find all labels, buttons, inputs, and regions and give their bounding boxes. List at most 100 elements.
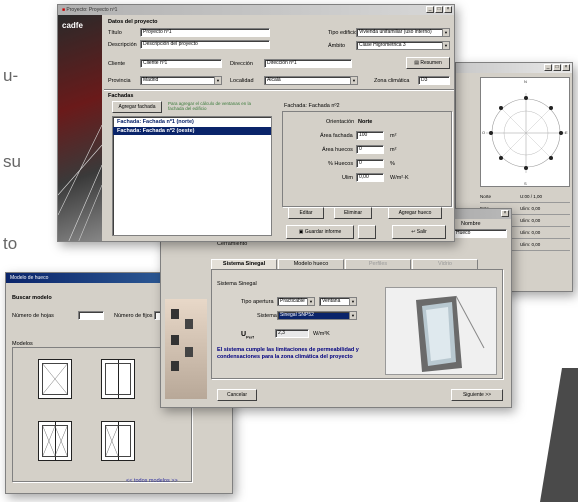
dropdown-arrow-icon: ▼ (349, 312, 356, 319)
num-fijos-label: Número de fijos (114, 313, 153, 319)
minimize-icon[interactable]: _ (426, 6, 434, 13)
save-report-button[interactable]: ▣ Guardar informe (286, 225, 354, 239)
model-option-2[interactable] (101, 359, 135, 399)
ambito-label: Ámbito (328, 43, 346, 49)
small-action-button[interactable] (358, 225, 376, 239)
prop-label: Ulim (342, 175, 353, 181)
prop-input[interactable]: 0,00 (356, 173, 384, 182)
close-icon[interactable]: × (501, 210, 509, 217)
model-option-3[interactable] (38, 421, 72, 461)
dropdown-arrow-icon: ▼ (349, 298, 356, 305)
model-option-1[interactable] (38, 359, 72, 399)
prop-input[interactable]: 0 (356, 145, 384, 154)
tipo-ventana-select[interactable]: Ventana ▼ (319, 297, 357, 306)
titulo-input[interactable]: Proyecto nº1 (140, 28, 270, 37)
edit-button[interactable]: Editar (288, 207, 324, 219)
dropdown-arrow-icon: ▼ (214, 77, 221, 84)
titulo-label: Título (108, 30, 122, 36)
prop-label: Orientación (326, 119, 355, 125)
models-pager[interactable]: << todos modelos >> (126, 478, 178, 484)
tipo-apertura-select[interactable]: Practicable ▼ (277, 297, 315, 306)
facades-section-label: Fachadas (108, 93, 134, 99)
maximize-icon[interactable]: □ (553, 64, 561, 71)
provincia-select[interactable]: Madrid ▼ (140, 76, 222, 85)
localidad-select[interactable]: Alcalá ▼ (264, 76, 358, 85)
minimize-icon[interactable]: _ (544, 64, 552, 71)
u-unit: W/m²K (313, 331, 330, 337)
bg-text-3: to (3, 234, 18, 253)
project-window: ■ Proyecto: Proyecto nº1 _ □ × cadfe Datos… (57, 4, 455, 242)
tab-sistema[interactable]: Sistema Sinegal (211, 259, 277, 269)
cliente-label: Cliente (108, 61, 126, 67)
tab-perfiles[interactable]: Perfiles (345, 259, 411, 269)
prop-label: Área fachada (320, 133, 353, 139)
sistema-select[interactable]: Sinegal SNP52 ▼ (277, 311, 357, 320)
num-hojas-label: Número de hojas (12, 313, 54, 319)
model-option-4[interactable] (101, 421, 135, 461)
next-button[interactable]: Siguiente >> (451, 389, 503, 401)
tipo-apertura-label: Tipo apertura (241, 299, 274, 305)
project-titlebar: ■ Proyecto: Proyecto nº1 _ □ × (58, 5, 454, 15)
resumen-button[interactable]: ▤ Resumen (406, 57, 450, 69)
localidad-label: Localidad (230, 78, 254, 84)
document-icon: ▤ (414, 60, 419, 66)
list-item[interactable]: Fachada: Fachada nº1 (norte) (113, 117, 271, 127)
direccion-label: Dirección (230, 61, 253, 67)
tipo-edificio-label: Tipo edificio (328, 30, 358, 36)
screenshot-collage: u- su to _ □ × N E S O Norte U:00 / 1,00… (0, 0, 578, 502)
exit-icon: ↩ (411, 229, 416, 235)
prop-input[interactable]: 100 (356, 131, 384, 140)
building-photo (165, 299, 207, 399)
window-profile-image (385, 287, 497, 375)
provincia-label: Provincia (108, 78, 131, 84)
rose-label-s: S (524, 181, 527, 186)
prop-label: % Huecos (328, 161, 354, 167)
prop-input[interactable]: 0 (356, 159, 384, 168)
zona-climatica-label: Zona climática (374, 78, 410, 84)
prop-unit: m² (390, 147, 397, 153)
u-value-field: 2,3 (275, 329, 309, 338)
facade-list[interactable]: Fachada: Fachada nº1 (norte) Fachada: Fa… (112, 116, 272, 236)
cliente-input[interactable]: Cliente nº1 (140, 59, 222, 68)
compliance-notice: El sistema cumple las limitaciones de pe… (217, 347, 359, 360)
bg-text-1: u- (3, 66, 19, 85)
rose-label-e: E (565, 130, 568, 135)
orientation-rose-chart (486, 93, 566, 173)
table-row: Norte U:00 / 1,00 (480, 191, 570, 203)
nombre-input[interactable]: Hueco (453, 229, 507, 238)
accent-bar-shape (540, 368, 578, 502)
add-hueco-button[interactable]: Agregar hueco (388, 207, 442, 219)
direccion-input[interactable]: Dirección nº1 (264, 59, 352, 68)
rose-label-n: N (524, 79, 527, 84)
prop-unit: W/m²·K (390, 175, 409, 181)
search-section-label: Buscar modelo (12, 295, 52, 301)
prop-unit: m² (390, 133, 397, 139)
exit-button[interactable]: ↩ Salir (392, 225, 446, 239)
u-label: UPerf (241, 331, 254, 340)
tab-vidrio[interactable]: Vidrio (412, 259, 478, 269)
brand-banner: cadfe (58, 15, 102, 241)
rose-label-o: O (482, 130, 486, 135)
facade-props-title: Fachada: Fachada nº2 (284, 103, 340, 109)
num-hojas-input[interactable] (78, 311, 104, 320)
zona-climatica-input[interactable]: D3 (418, 76, 450, 85)
dropdown-arrow-icon: ▼ (350, 77, 357, 84)
prop-label: Área huecos (322, 147, 353, 153)
ambito-select[interactable]: Clase Higrométrica 3 ▼ (356, 41, 450, 50)
maximize-icon[interactable]: □ (435, 6, 443, 13)
divider (104, 89, 454, 90)
sistema-label: Sistema (257, 313, 277, 319)
dropdown-arrow-icon: ▼ (307, 298, 314, 305)
close-icon[interactable]: × (444, 6, 452, 13)
cancel-button[interactable]: Cancelar (217, 389, 257, 401)
tipo-edificio-select[interactable]: Vivienda unifamiliar (uso interno) ▼ (356, 28, 450, 37)
nombre-label: Nombre (461, 221, 481, 227)
list-item[interactable]: Fachada: Fachada nº2 (oeste) (113, 127, 271, 135)
dropdown-arrow-icon: ▼ (442, 42, 449, 49)
tab-modelo[interactable]: Modelo hueco (278, 259, 344, 269)
add-facade-button[interactable]: Agregar fachada (112, 101, 162, 113)
delete-button[interactable]: Eliminar (334, 207, 372, 219)
close-icon[interactable]: × (562, 64, 570, 71)
descripcion-label: Descripción (108, 42, 137, 48)
descripcion-input[interactable]: Descripción del proyecto (140, 40, 270, 49)
